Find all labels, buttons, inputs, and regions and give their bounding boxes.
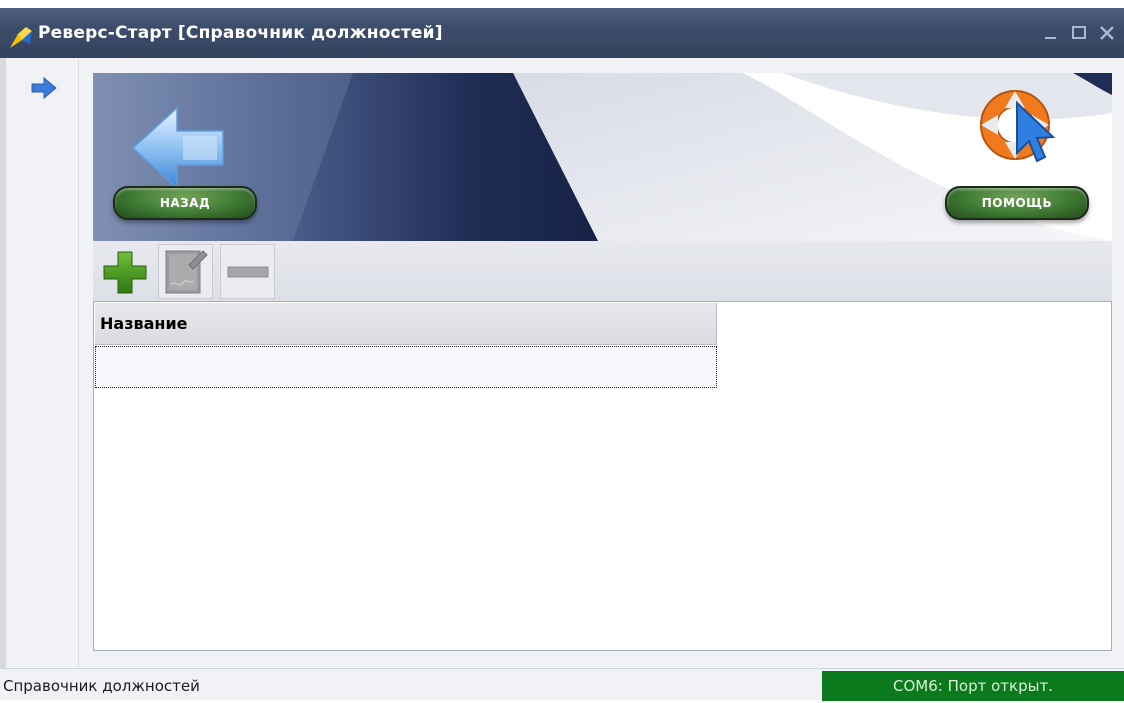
window-controls: [1042, 20, 1116, 46]
header-banner: НАЗАД ПОМОЩЬ: [93, 73, 1112, 241]
table-row[interactable]: [95, 346, 717, 388]
status-bar: Справочник должностей COM6: Порт открыт.: [0, 668, 1124, 701]
window-title: Реверс-Старт [Справочник должностей]: [38, 23, 443, 43]
expand-arrow-icon[interactable]: [30, 77, 58, 99]
status-text: Справочник должностей: [3, 677, 200, 695]
delete-button[interactable]: [220, 244, 275, 299]
port-status: COM6: Порт открыт.: [822, 671, 1124, 701]
title-bar: Реверс-Старт [Справочник должностей]: [0, 8, 1124, 58]
edit-icon: [165, 250, 208, 294]
app-logo-icon: [10, 27, 32, 48]
lifebuoy-help-icon[interactable]: [973, 81, 1057, 171]
plus-icon[interactable]: [98, 244, 153, 299]
help-button[interactable]: ПОМОЩЬ: [945, 186, 1089, 220]
back-button[interactable]: НАЗАД: [113, 186, 257, 220]
left-nav-strip: [6, 58, 79, 668]
back-arrow-icon[interactable]: [131, 103, 231, 193]
close-icon[interactable]: [1098, 22, 1116, 44]
toolbar: [93, 241, 1112, 301]
maximize-icon[interactable]: [1070, 22, 1088, 44]
minus-icon: [227, 266, 269, 278]
column-header-name[interactable]: Название: [95, 303, 717, 345]
minimize-icon[interactable]: [1042, 22, 1060, 44]
data-grid[interactable]: Название: [93, 301, 1112, 651]
edit-button[interactable]: [158, 244, 213, 299]
